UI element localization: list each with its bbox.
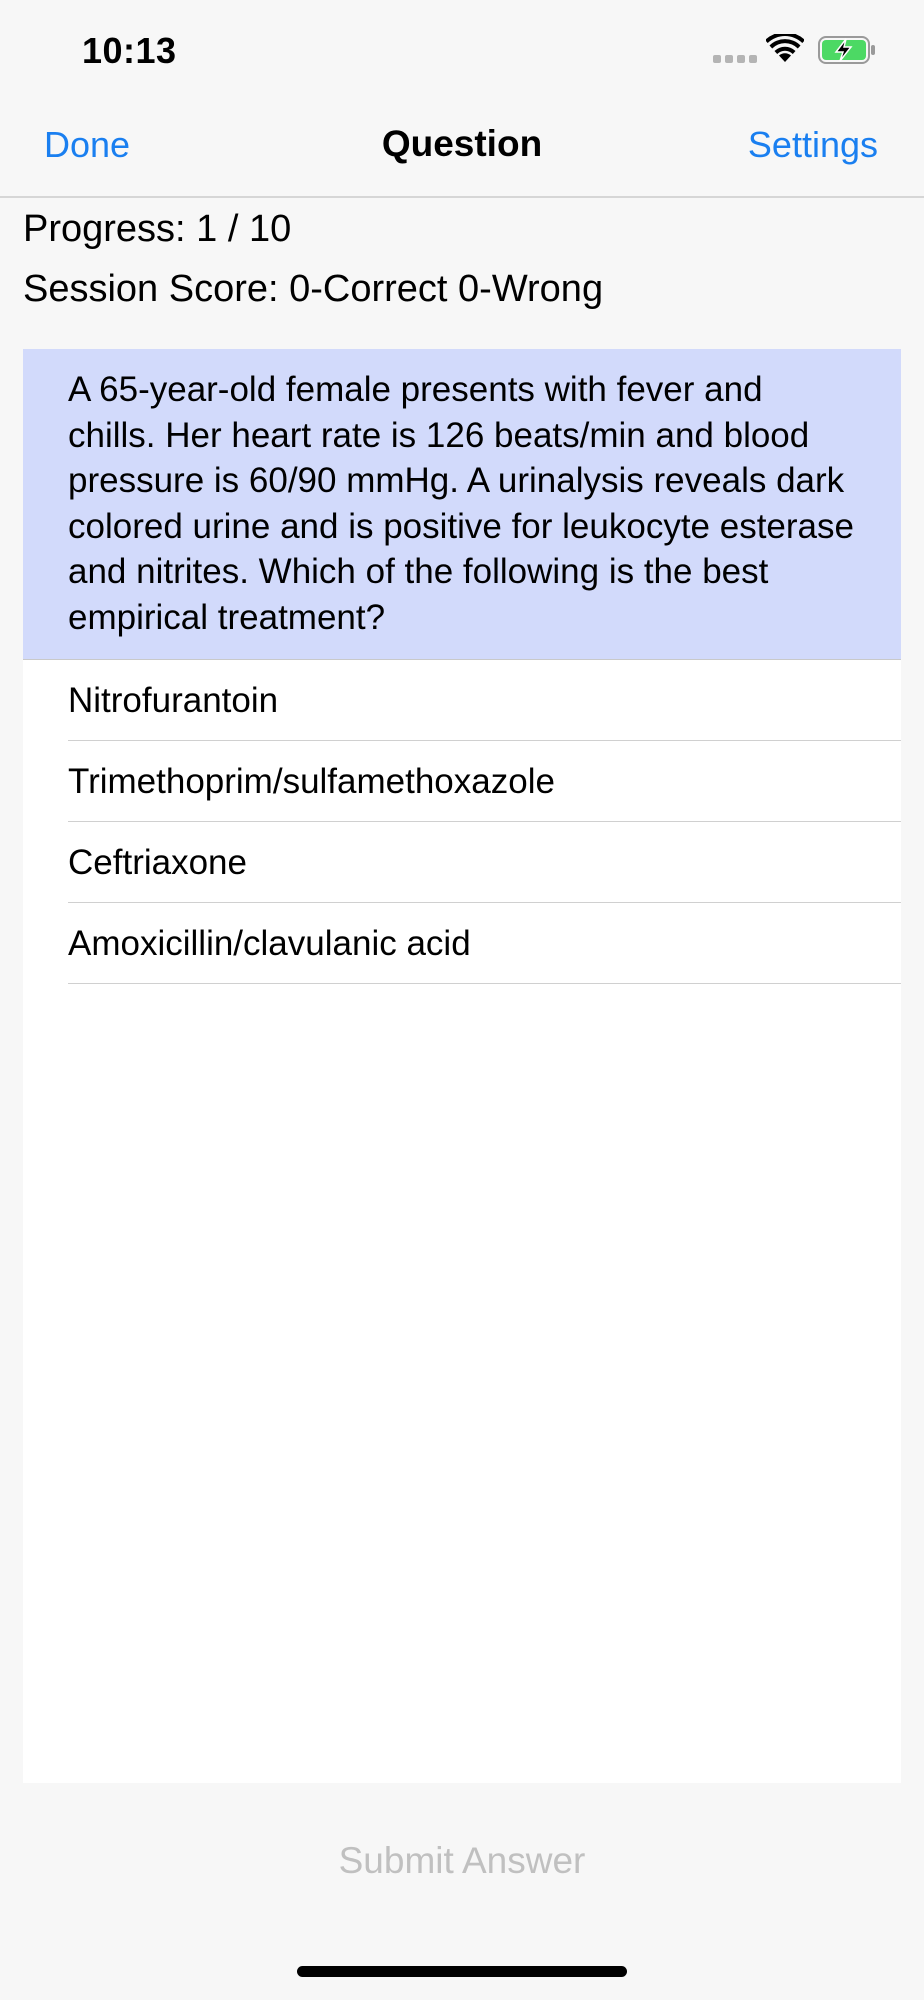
- battery-charging-icon: [818, 36, 875, 64]
- question-text: A 65-year-old female presents with fever…: [23, 349, 901, 660]
- answer-option-1[interactable]: Nitrofurantoin: [23, 660, 901, 741]
- status-bar: 10:13: [0, 0, 924, 96]
- answer-option-3[interactable]: Ceftriaxone: [23, 822, 901, 903]
- progress-label: Progress: 1 / 10: [23, 208, 292, 250]
- cellular-signal-icon: [713, 55, 757, 63]
- wifi-icon: [766, 34, 804, 62]
- answer-list: Nitrofurantoin Trimethoprim/sulfamethoxa…: [23, 660, 901, 984]
- answer-option-4[interactable]: Amoxicillin/clavulanic acid: [23, 903, 901, 984]
- settings-button[interactable]: Settings: [748, 124, 878, 166]
- question-panel: A 65-year-old female presents with fever…: [23, 349, 901, 1783]
- submit-answer-button[interactable]: Submit Answer: [0, 1840, 924, 1882]
- session-score-label: Session Score: 0-Correct 0-Wrong: [23, 268, 604, 310]
- home-indicator[interactable]: [297, 1966, 627, 1977]
- status-time: 10:13: [82, 30, 177, 71]
- navigation-bar: Done Question Settings: [0, 96, 924, 198]
- answer-option-2[interactable]: Trimethoprim/sulfamethoxazole: [23, 741, 901, 822]
